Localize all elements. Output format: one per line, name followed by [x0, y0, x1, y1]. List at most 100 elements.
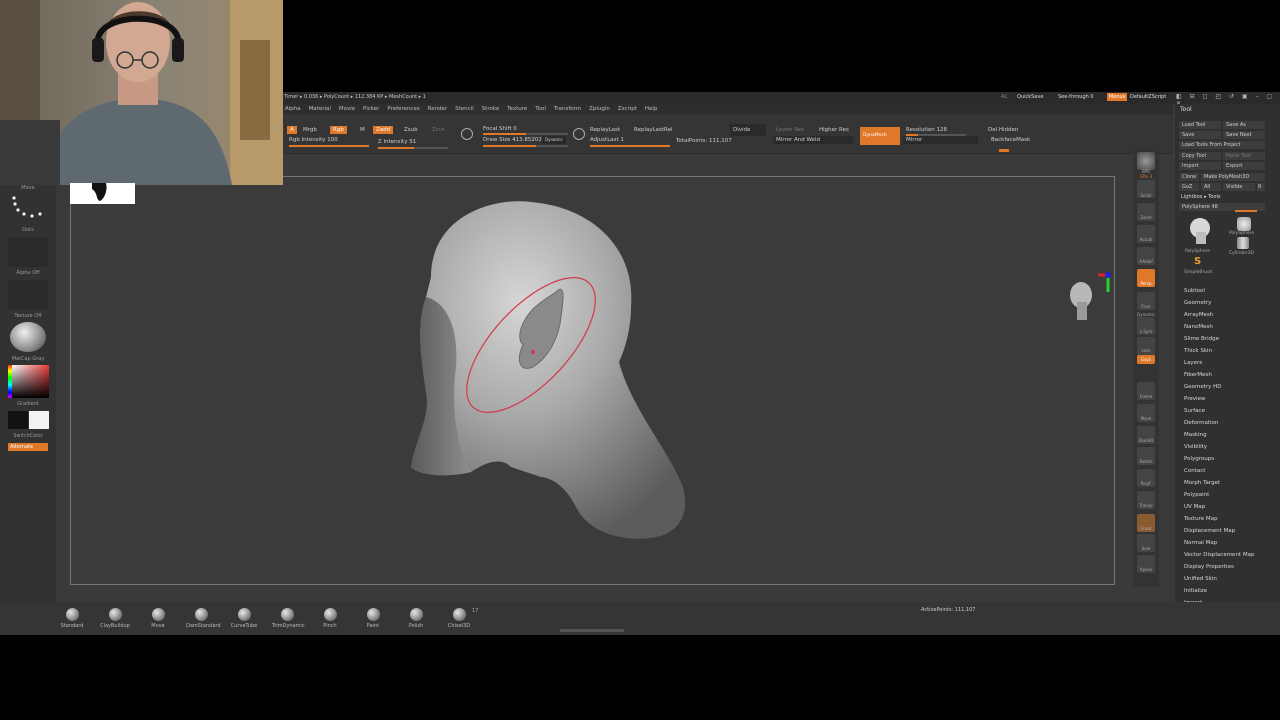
- menu-help[interactable]: Help: [645, 104, 658, 114]
- visible-button[interactable]: Visible: [1223, 183, 1255, 191]
- menu-transform[interactable]: Transform: [554, 104, 581, 114]
- alternate-button[interactable]: Alternate: [8, 443, 48, 451]
- lower-res-button[interactable]: Lower Res: [773, 126, 807, 134]
- brush-curvetube[interactable]: CurveTube: [229, 608, 259, 629]
- primary-color-swatch[interactable]: [8, 411, 28, 429]
- focal-shift-slider[interactable]: Focal Shift 0: [480, 125, 520, 133]
- sdiv-icon[interactable]: [461, 128, 473, 140]
- mirror-button[interactable]: Mirror: [903, 136, 978, 144]
- goz-button[interactable]: GoZ: [1179, 183, 1199, 191]
- tool-subpalette-item[interactable]: Subtool: [1184, 288, 1205, 294]
- paste-tool-button[interactable]: Paste Tool: [1223, 152, 1265, 160]
- quicksave-button[interactable]: QuickSave: [1017, 94, 1043, 100]
- replay-icon[interactable]: [573, 128, 585, 140]
- save-next-button[interactable]: Save Next: [1223, 131, 1265, 139]
- tool-subpalette-item[interactable]: Geometry: [1184, 300, 1211, 306]
- tool-subpalette-item[interactable]: Visibility: [1184, 444, 1207, 450]
- tool-thumb-head-icon[interactable]: [1185, 216, 1215, 246]
- tool-subpalette-item[interactable]: Vector Displacement Map: [1184, 552, 1254, 558]
- menu-alpha[interactable]: Alpha: [285, 104, 301, 114]
- a-button[interactable]: A: [287, 126, 297, 134]
- menu-stroke[interactable]: Stroke: [482, 104, 500, 114]
- backface-mask-button[interactable]: BackfaceMask: [988, 136, 1033, 144]
- menu-zplugin[interactable]: Zplugin: [589, 104, 610, 114]
- menu-material[interactable]: Material: [309, 104, 331, 114]
- brush-standard[interactable]: Standard: [57, 608, 87, 629]
- menu-zscript[interactable]: Zscript: [618, 104, 637, 114]
- color-picker[interactable]: [8, 365, 49, 398]
- r-button[interactable]: R: [1257, 183, 1265, 191]
- draw-size-track[interactable]: [483, 145, 568, 147]
- menus-button[interactable]: Menus: [1107, 93, 1128, 101]
- secondary-color-swatch[interactable]: [29, 411, 49, 429]
- tool-subpalette-item[interactable]: Normal Map: [1184, 540, 1217, 546]
- tool-subpalette-item[interactable]: ArrayMesh: [1184, 312, 1213, 318]
- mirror-and-weld-button[interactable]: Mirror And Weld: [773, 136, 853, 144]
- menu-preferences[interactable]: Preferences: [387, 104, 419, 114]
- all-button[interactable]: All: [1201, 183, 1221, 191]
- brush-polish[interactable]: Polish: [401, 608, 431, 629]
- menu-tool[interactable]: Tool: [535, 104, 546, 114]
- brush-paint[interactable]: Paint: [358, 608, 388, 629]
- tool-subpalette-item[interactable]: Display Properties: [1184, 564, 1234, 570]
- clone-button[interactable]: Clone: [1179, 173, 1199, 181]
- tool-subpalette-item[interactable]: Slime Bridge: [1184, 336, 1219, 342]
- tool-subpalette-item[interactable]: Morph Target: [1184, 480, 1220, 486]
- tool-subpalette-item[interactable]: Deformation: [1184, 420, 1218, 426]
- del-hidden-button[interactable]: Del Hidden: [985, 126, 1021, 134]
- higher-res-button[interactable]: Higher Res: [816, 126, 852, 134]
- copy-tool-button[interactable]: Copy Tool: [1179, 152, 1221, 160]
- make-polymesh-button[interactable]: Make PolyMesh3D: [1201, 173, 1265, 181]
- draw-size-slider[interactable]: Draw Size 413.85202: [480, 136, 545, 144]
- tool-subpalette-item[interactable]: Polypaint: [1184, 492, 1209, 498]
- save-button[interactable]: Save: [1179, 131, 1221, 139]
- brush-chisel3d[interactable]: Chisel3D: [444, 608, 474, 629]
- save-as-button[interactable]: Save As: [1223, 121, 1265, 129]
- alpha-swatch[interactable]: [8, 237, 48, 267]
- brush-trimdynamic[interactable]: TrimDynamic: [272, 608, 305, 629]
- head-sculpt[interactable]: [71, 177, 1116, 586]
- focal-shift-track[interactable]: [483, 133, 568, 135]
- zcut-button[interactable]: Zcut: [429, 126, 447, 134]
- adjust-last-track[interactable]: [590, 145, 670, 147]
- tool-subpalette-item[interactable]: Initialize: [1184, 588, 1207, 594]
- see-through-slider[interactable]: See-through 0: [1058, 94, 1094, 100]
- tool-subpalette-item[interactable]: Surface: [1184, 408, 1205, 414]
- brush-claybuildup[interactable]: ClayBuildup: [100, 608, 130, 629]
- tool-subpalette-item[interactable]: UV Map: [1184, 504, 1205, 510]
- dots-stroke-icon[interactable]: [8, 192, 48, 222]
- mrgb-button[interactable]: Mrgb: [300, 126, 320, 134]
- dynamic-button[interactable]: Dynamic: [542, 136, 566, 144]
- brush-move[interactable]: Move: [143, 608, 173, 629]
- menu-movie[interactable]: Movie: [339, 104, 355, 114]
- brush-damstandard[interactable]: DamStandard: [186, 608, 221, 629]
- rgb-intensity-slider[interactable]: Rgb Intensity 100: [286, 136, 341, 144]
- load-tools-from-project-button[interactable]: Load Tools From Project: [1179, 141, 1265, 149]
- lightbox-tools-button[interactable]: Lightbox ▸ Tools: [1181, 194, 1221, 200]
- replay-last-rel-button[interactable]: ReplayLastRel: [631, 126, 676, 134]
- m-button[interactable]: M: [357, 126, 368, 134]
- export-button[interactable]: Export: [1223, 162, 1265, 170]
- tool-subpalette-item[interactable]: Texture Map: [1184, 516, 1218, 522]
- tool-subpalette-item[interactable]: FiberMesh: [1184, 372, 1212, 378]
- rgb-intensity-track[interactable]: [289, 145, 369, 147]
- bpr-icon[interactable]: [1137, 152, 1155, 170]
- menu-stencil[interactable]: Stencil: [455, 104, 474, 114]
- tool-subpalette-item[interactable]: Masking: [1184, 432, 1207, 438]
- matcap-sphere-icon[interactable]: [10, 322, 46, 352]
- resolution-slider[interactable]: Resolution 128: [903, 126, 950, 134]
- tool-subpalette-item[interactable]: Unified Skin: [1184, 576, 1217, 582]
- rgb-button[interactable]: Rgb: [330, 126, 347, 134]
- zsub-button[interactable]: Zsub: [401, 126, 421, 134]
- tool-subpalette-item[interactable]: Thick Skin: [1184, 348, 1212, 354]
- tool-subpalette-item[interactable]: NanoMesh: [1184, 324, 1213, 330]
- load-tool-button[interactable]: Load Tool: [1179, 121, 1221, 129]
- tool-subpalette-item[interactable]: Contact: [1184, 468, 1205, 474]
- z-intensity-track[interactable]: [378, 147, 448, 149]
- brush-pinch[interactable]: Pinch: [315, 608, 345, 629]
- spix-label[interactable]: SPix 3: [1133, 174, 1159, 179]
- menu-picker[interactable]: Picker: [363, 104, 379, 114]
- menu-render[interactable]: Render: [428, 104, 448, 114]
- tool-subpalette-item[interactable]: Preview: [1184, 396, 1205, 402]
- import-button[interactable]: Import: [1179, 162, 1221, 170]
